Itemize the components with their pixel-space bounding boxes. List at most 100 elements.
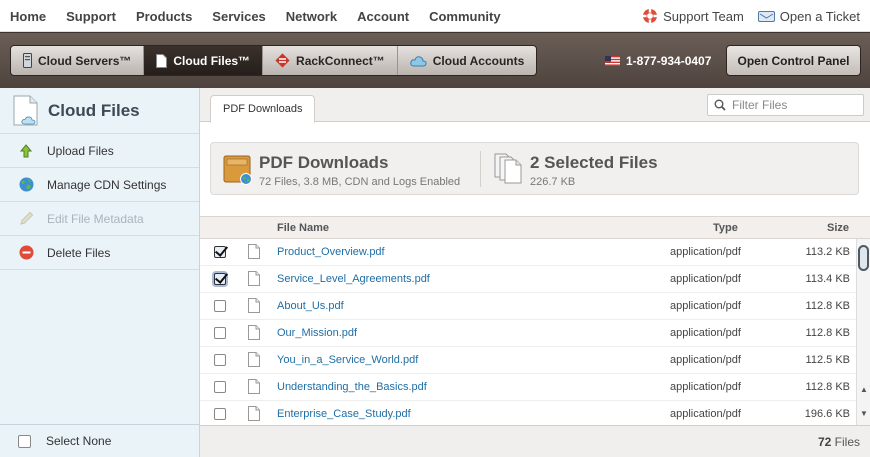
file-count-number: 72	[817, 435, 832, 449]
sidebar-item-label: Upload Files	[47, 143, 114, 158]
phone-number: 1-877-934-0407	[605, 45, 711, 76]
file-size: 112.5 KB	[805, 354, 850, 366]
file-type: application/pdf	[670, 273, 741, 285]
open-ticket-link[interactable]: Open a Ticket	[757, 8, 860, 24]
file-size: 112.8 KB	[805, 381, 850, 393]
container-tabbar: PDF Downloads	[200, 88, 870, 123]
main-panel: PDF Downloads PDF Downloads 72 Files, 3.…	[200, 88, 870, 457]
nav-network[interactable]: Network	[286, 9, 337, 24]
search-icon	[714, 99, 726, 111]
nav-home[interactable]: Home	[10, 9, 46, 24]
sidebar-title: Cloud Files	[48, 100, 140, 120]
row-checkbox[interactable]	[214, 381, 226, 393]
table-row[interactable]: Product_Overview.pdf application/pdf 113.2…	[200, 239, 856, 266]
tab-pdf-downloads[interactable]: PDF Downloads	[210, 95, 316, 123]
table-row[interactable]: Our_Mission.pdf application/pdf 112.8 KB	[200, 320, 856, 347]
file-type: application/pdf	[670, 408, 741, 420]
top-nav-links: Home Support Products Services Network A…	[10, 0, 521, 32]
file-name-link[interactable]: Service_Level_Agreements.pdf	[277, 273, 430, 285]
tab-rackconnect[interactable]: RackConnect™	[263, 46, 398, 75]
tab-cloud-accounts[interactable]: Cloud Accounts	[398, 46, 537, 75]
container-box-icon	[223, 155, 252, 185]
cloud-files-icon	[13, 95, 38, 125]
nav-products[interactable]: Products	[136, 9, 192, 24]
tab-cloud-servers-label: Cloud Servers™	[38, 53, 132, 68]
server-icon	[23, 53, 32, 68]
row-checkbox[interactable]	[214, 246, 226, 258]
file-name-link[interactable]: Understanding_the_Basics.pdf	[277, 381, 427, 393]
product-tabs: Cloud Servers™ Cloud Files™ RackConnect™…	[10, 45, 538, 76]
table-row[interactable]: Understanding_the_Basics.pdf application/…	[200, 374, 856, 401]
tab-cloud-servers[interactable]: Cloud Servers™	[11, 46, 145, 75]
file-name-link[interactable]: Product_Overview.pdf	[277, 246, 385, 258]
open-control-panel-button[interactable]: Open Control Panel	[726, 45, 861, 76]
sidebar-item-upload-files[interactable]: Upload Files	[0, 134, 199, 168]
document-icon	[248, 406, 260, 424]
summary-panel: PDF Downloads 72 Files, 3.8 MB, CDN and …	[210, 142, 859, 195]
row-checkbox[interactable]	[214, 327, 226, 339]
table-row[interactable]: You_in_a_Service_World.pdf application/pd…	[200, 347, 856, 374]
column-size[interactable]: Size	[827, 222, 849, 234]
product-bar: Cloud Servers™ Cloud Files™ RackConnect™…	[0, 32, 870, 88]
sidebar-item-delete-files[interactable]: Delete Files	[0, 236, 199, 270]
nav-community[interactable]: Community	[429, 9, 501, 24]
file-list: Product_Overview.pdf application/pdf 113.2…	[200, 239, 856, 425]
sidebar-item-manage-cdn[interactable]: Manage CDN Settings	[0, 168, 199, 202]
select-none-checkbox[interactable]	[18, 434, 31, 448]
row-checkbox[interactable]	[214, 408, 226, 420]
file-name-link[interactable]: About_Us.pdf	[277, 300, 344, 312]
document-icon	[248, 325, 260, 343]
file-name-link[interactable]: You_in_a_Service_World.pdf	[277, 354, 418, 366]
filter-box[interactable]	[707, 94, 864, 116]
file-name-link[interactable]: Our_Mission.pdf	[277, 327, 357, 339]
selection-title: 2 Selected Files	[530, 153, 658, 172]
file-icon	[156, 53, 168, 68]
file-type: application/pdf	[670, 381, 741, 393]
tab-cloud-files[interactable]: Cloud Files™	[144, 46, 264, 75]
delete-icon	[18, 245, 34, 261]
filter-files-input[interactable]	[732, 98, 852, 112]
selection-summary: 2 Selected Files 226.7 KB	[494, 153, 658, 188]
document-icon	[248, 298, 260, 316]
document-icon	[248, 379, 260, 397]
row-checkbox[interactable]	[214, 273, 226, 285]
column-file-name[interactable]: File Name	[277, 222, 329, 234]
cloud-icon	[410, 55, 427, 66]
file-size: 196.6 KB	[804, 408, 850, 420]
nav-support[interactable]: Support	[66, 9, 116, 24]
document-icon	[248, 352, 260, 370]
row-checkbox[interactable]	[214, 300, 226, 312]
scrollbar-thumb[interactable]	[858, 245, 869, 271]
table-footer: 72 Files	[200, 425, 870, 457]
file-count-label: Files	[834, 435, 860, 449]
scrollbar[interactable]: ▲ ▼	[856, 239, 870, 425]
top-nav-right: Support Team Open a Ticket	[628, 0, 860, 32]
select-none-control[interactable]: Select None	[0, 424, 199, 457]
document-icon	[248, 271, 260, 289]
table-row[interactable]: Enterprise_Case_Study.pdf application/pdf…	[200, 401, 856, 425]
tab-cloud-accounts-label: Cloud Accounts	[432, 53, 525, 68]
file-size: 112.8 KB	[805, 327, 850, 339]
table-row[interactable]: Service_Level_Agreements.pdf application/…	[200, 266, 856, 293]
container-stats: 72 Files, 3.8 MB, CDN and Logs Enabled	[259, 176, 461, 188]
table-header: File Name Type Size	[200, 216, 870, 239]
row-checkbox[interactable]	[214, 354, 226, 366]
nav-services[interactable]: Services	[212, 9, 266, 24]
file-size: 112.8 KB	[805, 300, 850, 312]
scroll-down-arrow-icon[interactable]: ▼	[859, 409, 869, 419]
globe-icon	[18, 177, 34, 193]
file-name-link[interactable]: Enterprise_Case_Study.pdf	[277, 408, 411, 420]
open-ticket-label: Open a Ticket	[779, 8, 860, 24]
sidebar: Cloud Files Upload Files Manage CDN Sett…	[0, 88, 200, 457]
file-type: application/pdf	[670, 327, 741, 339]
file-type: application/pdf	[670, 246, 741, 258]
file-type: application/pdf	[670, 300, 741, 312]
column-type[interactable]: Type	[713, 222, 738, 234]
support-team-link[interactable]: Support Team	[642, 8, 744, 24]
table-row[interactable]: About_Us.pdf application/pdf 112.8 KB	[200, 293, 856, 320]
scroll-up-arrow-icon[interactable]: ▲	[859, 385, 869, 395]
file-size: 113.2 KB	[805, 246, 850, 258]
tab-rackconnect-label: RackConnect™	[296, 53, 385, 68]
nav-account[interactable]: Account	[357, 9, 409, 24]
file-type: application/pdf	[670, 354, 741, 366]
